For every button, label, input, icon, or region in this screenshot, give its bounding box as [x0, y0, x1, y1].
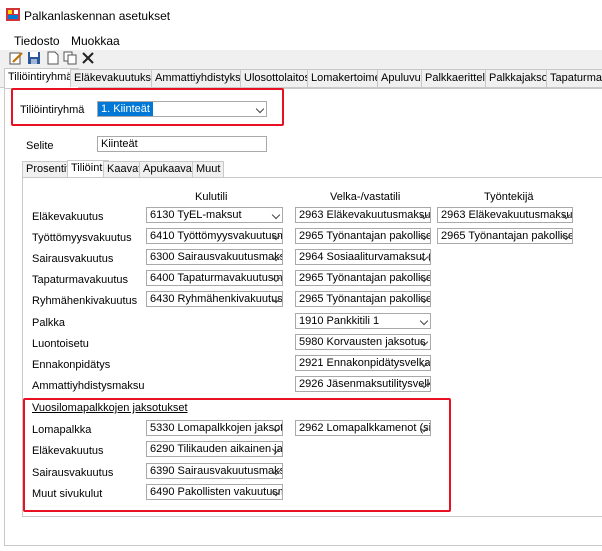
tab-palkkaerittely[interactable]: Palkkaerittely: [421, 69, 495, 87]
delete-icon[interactable]: [81, 51, 95, 65]
selite-label: Selite: [26, 140, 54, 152]
inner-tab-muut[interactable]: Muut: [192, 161, 225, 177]
select-value: 2963 Eläkevakuutusmaksut: [299, 209, 431, 221]
inner-tab-prosentit[interactable]: Prosentit: [22, 161, 74, 177]
kulutili-select-sairausvakuutus[interactable]: 6300 Sairausvakuutusmaksu: [146, 249, 283, 265]
vuosiloma-label-sairausvakuutus: Sairausvakuutus: [32, 467, 114, 479]
row-label-ennakonpidatys: Ennakonpidätys: [32, 359, 111, 371]
group-select[interactable]: 1. Kiinteät: [97, 101, 267, 117]
tab-ammattiyhdistykset[interactable]: Ammattiyhdistykset: [151, 69, 254, 87]
velka-select-tapaturmavakuutus[interactable]: 2965 Työnantajan pakollise: [295, 270, 431, 286]
tab-ulosottolaitos[interactable]: Ulosottolaitos: [240, 69, 315, 87]
tab-palkkajaksot[interactable]: Palkkajaksot: [485, 69, 555, 87]
row-label-palkka: Palkka: [32, 317, 66, 329]
select-value: 2962 Lomapalkkamenot (sii: [299, 422, 431, 434]
chevron-down-icon: [255, 104, 265, 114]
select-value: 2965 Työnantajan pakollise: [299, 230, 431, 242]
save-icon[interactable]: [27, 51, 41, 65]
vuosiloma-header: Vuosilomapalkkojen jaksotukset: [32, 402, 188, 414]
velka-select-ammattiyhdistysmaksu[interactable]: 2926 Jäsenmaksutilitysvelka: [295, 376, 431, 392]
tyontekija-select-tyottomyysvakuutus[interactable]: 2965 Työnantajan pakollise: [437, 228, 573, 244]
select-value: 2965 Työnantajan pakollise: [441, 230, 573, 242]
group-label: Tiliöintiryhmä: [20, 104, 85, 116]
copy-icon[interactable]: [63, 51, 77, 65]
chevron-down-icon: [419, 316, 429, 326]
velka-select-luontoisetu[interactable]: 5980 Korvausten jaksotus: [295, 334, 431, 350]
vuosiloma-kulutili-elakevakuutus[interactable]: 6290 Tilikauden aikainen jal: [146, 441, 283, 457]
vuosiloma-label-muut-sivukulut: Muut sivukulut: [32, 488, 103, 500]
vuosiloma-kulutili-sairausvakuutus[interactable]: 6390 Sairausvakuutusmaks: [146, 463, 283, 479]
new-document-icon[interactable]: [46, 51, 60, 65]
menu-muokkaa[interactable]: Muokkaa: [71, 34, 120, 48]
kulutili-select-ryhmahenkivakuutus[interactable]: 6430 Ryhmähenkivakuutus: [146, 291, 283, 307]
inner-tab-apukaavat[interactable]: Apukaavat: [139, 161, 199, 177]
select-value: 6410 Työttömyysvakuutusm: [150, 230, 283, 242]
select-value: 6130 TyEL-maksut: [150, 209, 242, 221]
select-value: 6490 Pakollisten vakuutusm: [150, 486, 283, 498]
row-label-tyottomyysvakuutus: Työttömyysvakuutus: [32, 232, 132, 244]
vuosiloma-velka-lomapalkka[interactable]: 2962 Lomapalkkamenot (sii: [295, 420, 431, 436]
row-label-tapaturmavakuutus: Tapaturmavakuutus: [32, 274, 128, 286]
vuosiloma-kulutili-muut-sivukulut[interactable]: 6490 Pakollisten vakuutusm: [146, 484, 283, 500]
tab-tilointiryhmat[interactable]: Tiliöintiryhmät: [4, 68, 80, 89]
select-value: 6290 Tilikauden aikainen jal: [150, 443, 283, 455]
row-label-luontoisetu: Luontoisetu: [32, 338, 89, 350]
row-label-ammattiyhdistysmaksu: Ammattiyhdistysmaksu: [32, 380, 145, 392]
column-header-kulutili: Kulutili: [195, 191, 228, 203]
vuosiloma-label-elakevakuutus: Eläkevakuutus: [32, 445, 104, 457]
kulutili-select-tyottomyysvakuutus[interactable]: 6410 Työttömyysvakuutusm: [146, 228, 283, 244]
select-value: 6400 Tapaturmavakuutusm: [150, 272, 283, 284]
tab-tapaturmava[interactable]: Tapaturmava: [546, 69, 602, 87]
select-value: 2921 Ennakonpidätysvelka: [299, 357, 431, 369]
column-header-velka: Velka-/vastatili: [330, 191, 401, 203]
edit-icon[interactable]: [9, 51, 23, 65]
velka-select-palkka[interactable]: 1910 Pankkitili 1: [295, 313, 431, 329]
kulutili-select-elakevakuutus[interactable]: 6130 TyEL-maksut: [146, 207, 283, 223]
select-value: 2964 Sosiaaliturvamaksut (s: [299, 251, 431, 263]
row-label-elakevakuutus: Eläkevakuutus: [32, 211, 104, 223]
row-label-ryhmahenkivakuutus: Ryhmähenkivakuutus: [32, 295, 138, 307]
select-value: 5330 Lomapalkkojen jaksot: [150, 422, 283, 434]
app-icon: [6, 8, 20, 21]
window-title: Palkanlaskennan asetukset: [24, 9, 171, 23]
select-value: 2926 Jäsenmaksutilitysvelka: [299, 378, 431, 390]
chevron-down-icon: [271, 210, 281, 220]
select-value: 6300 Sairausvakuutusmaksu: [150, 251, 283, 263]
select-value: 1910 Pankkitili 1: [299, 315, 380, 327]
select-value: 2965 Työnantajan pakollise: [299, 293, 431, 305]
select-value: 2963 Eläkevakuutusmaksut: [441, 209, 573, 221]
kulutili-select-tapaturmavakuutus[interactable]: 6400 Tapaturmavakuutusm: [146, 270, 283, 286]
velka-select-sairausvakuutus[interactable]: 2964 Sosiaaliturvamaksut (s: [295, 249, 431, 265]
velka-select-tyottomyysvakuutus[interactable]: 2965 Työnantajan pakollise: [295, 228, 431, 244]
bottom-strip: [0, 546, 602, 551]
select-value: 6390 Sairausvakuutusmaks: [150, 465, 283, 477]
row-label-sairausvakuutus: Sairausvakuutus: [32, 253, 114, 265]
group-select-value: 1. Kiinteät: [98, 102, 153, 116]
vuosiloma-label-lomapalkka: Lomapalkka: [32, 424, 92, 436]
selite-input[interactable]: Kiinteät: [97, 136, 267, 152]
select-value: 5980 Korvausten jaksotus: [299, 336, 426, 348]
tab-lomakertoimet[interactable]: Lomakertoimet: [307, 69, 388, 87]
velka-select-ennakonpidatys[interactable]: 2921 Ennakonpidätysvelka: [295, 355, 431, 371]
column-header-tyontekija: Työntekijä: [484, 191, 534, 203]
tyontekija-select-elakevakuutus[interactable]: 2963 Eläkevakuutusmaksut: [437, 207, 573, 223]
velka-select-elakevakuutus[interactable]: 2963 Eläkevakuutusmaksut: [295, 207, 431, 223]
menu-tiedosto[interactable]: Tiedosto: [14, 34, 60, 48]
velka-select-ryhmahenkivakuutus[interactable]: 2965 Työnantajan pakollise: [295, 291, 431, 307]
vuosiloma-kulutili-lomapalkka[interactable]: 5330 Lomapalkkojen jaksot: [146, 420, 283, 436]
select-value: 2965 Työnantajan pakollise: [299, 272, 431, 284]
select-value: 6430 Ryhmähenkivakuutus: [150, 293, 283, 305]
